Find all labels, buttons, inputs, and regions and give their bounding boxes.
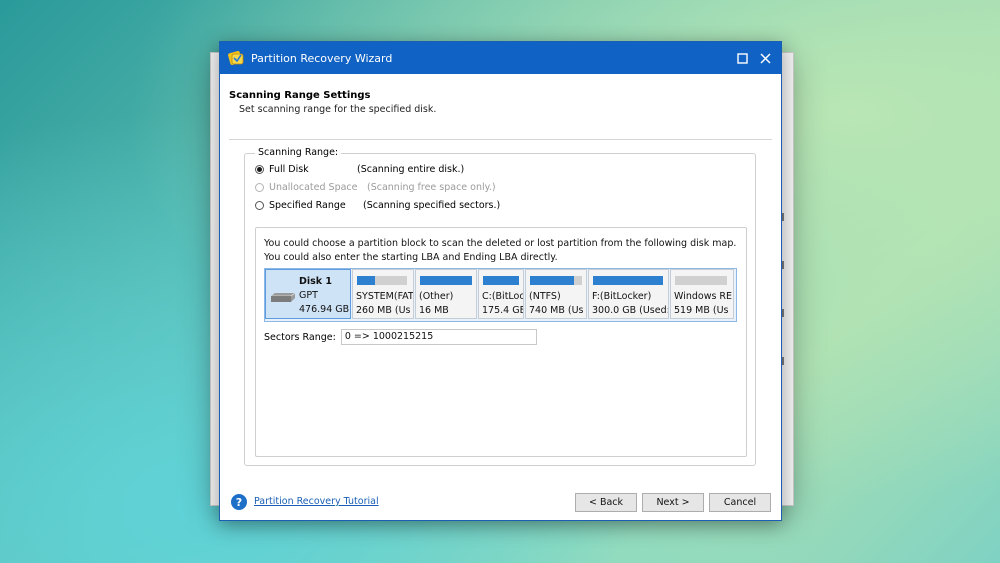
next-button[interactable]: Next > <box>642 493 704 512</box>
info-line-1: You could choose a partition block to sc… <box>264 238 737 249</box>
sectors-range-label: Sectors Range: <box>264 331 336 343</box>
partition-name: Windows RE <box>674 291 733 302</box>
radio-button[interactable] <box>255 201 264 210</box>
usage-bar <box>593 276 663 285</box>
partition-size: 175.4 GE <box>482 305 524 316</box>
disk-type: GPT <box>299 290 318 301</box>
title-bar[interactable]: Partition Recovery Wizard <box>220 42 781 74</box>
radio-label: Unallocated Space <box>269 182 358 193</box>
disk-map-panel: You could choose a partition block to sc… <box>255 227 747 457</box>
radio-label: Specified Range <box>269 200 346 211</box>
partition-size: 740 MB (Us <box>529 305 584 316</box>
wizard-footer: ? Partition Recovery Tutorial < Back Nex… <box>220 490 781 514</box>
radio-button[interactable] <box>255 183 264 192</box>
radio-specified-range[interactable]: Specified Range (Scanning specified sect… <box>255 200 500 211</box>
back-button[interactable]: < Back <box>575 493 637 512</box>
page-subtitle: Set scanning range for the specified dis… <box>239 104 437 115</box>
usage-bar <box>483 276 519 285</box>
partition-size: 300.0 GB (Used: <box>592 305 669 316</box>
radio-label: Full Disk <box>269 164 309 175</box>
partition-name: F:(BitLocker) <box>592 291 652 302</box>
partition-block[interactable]: (NTFS) 740 MB (Us <box>525 269 587 319</box>
hard-disk-icon <box>271 292 296 302</box>
window-title: Partition Recovery Wizard <box>251 51 393 65</box>
info-line-2: You could also enter the starting LBA an… <box>264 251 558 263</box>
sectors-range-row: Sectors Range: 0 => 1000215215 <box>264 329 537 345</box>
partition-name: C:(BitLoc <box>482 291 524 302</box>
close-icon <box>759 52 771 64</box>
radio-unallocated-space[interactable]: Unallocated Space (Scanning free space o… <box>255 182 496 193</box>
usage-bar <box>420 276 472 285</box>
partition-block[interactable]: Windows RE 519 MB (Us <box>670 269 734 319</box>
app-icon <box>228 51 244 65</box>
partition-name: (NTFS) <box>529 291 561 302</box>
partition-recovery-dialog: Partition Recovery Wizard Scanning Range… <box>219 41 782 521</box>
sectors-range-input[interactable]: 0 => 1000215215 <box>340 329 537 345</box>
partition-size: 519 MB (Us <box>674 305 729 316</box>
close-button[interactable] <box>755 48 775 68</box>
usage-bar <box>357 276 407 285</box>
partition-size: 16 MB <box>419 305 449 316</box>
partition-block[interactable]: C:(BitLoc 175.4 GE <box>478 269 524 319</box>
radio-button[interactable] <box>255 165 264 174</box>
disk-name: Disk 1 <box>299 276 333 287</box>
disk-map: Disk 1 GPT 476.94 GB SYSTEM(FAT 260 MB (… <box>264 268 737 322</box>
radio-full-disk[interactable]: Full Disk (Scanning entire disk.) <box>255 164 464 175</box>
partition-size: 260 MB (Us <box>356 305 411 316</box>
maximize-button[interactable] <box>732 48 752 68</box>
partition-block[interactable]: F:(BitLocker) 300.0 GB (Used: <box>588 269 669 319</box>
wizard-header: Scanning Range Settings Set scanning ran… <box>229 74 772 140</box>
partition-block[interactable]: (Other) 16 MB <box>415 269 477 319</box>
help-icon[interactable]: ? <box>231 494 247 510</box>
partition-name: (Other) <box>419 291 454 302</box>
usage-bar <box>530 276 582 285</box>
info-text: You could choose a partition block to sc… <box>264 237 736 264</box>
page-title: Scanning Range Settings <box>229 90 371 101</box>
partition-name: SYSTEM(FAT <box>356 291 414 302</box>
group-legend: Scanning Range: <box>255 147 342 158</box>
maximize-icon <box>736 52 748 64</box>
scanning-range-group: Scanning Range: Full Disk (Scanning enti… <box>244 147 756 466</box>
disk-size: 476.94 GB <box>299 304 350 315</box>
usage-bar <box>675 276 727 285</box>
partition-block[interactable]: SYSTEM(FAT 260 MB (Us <box>352 269 414 319</box>
radio-description: (Scanning free space only.) <box>367 182 496 193</box>
disk-block[interactable]: Disk 1 GPT 476.94 GB <box>265 269 351 319</box>
radio-description: (Scanning entire disk.) <box>357 164 465 175</box>
radio-description: (Scanning specified sectors.) <box>363 200 501 211</box>
cancel-button[interactable]: Cancel <box>709 493 771 512</box>
tutorial-link[interactable]: Partition Recovery Tutorial <box>254 496 379 507</box>
